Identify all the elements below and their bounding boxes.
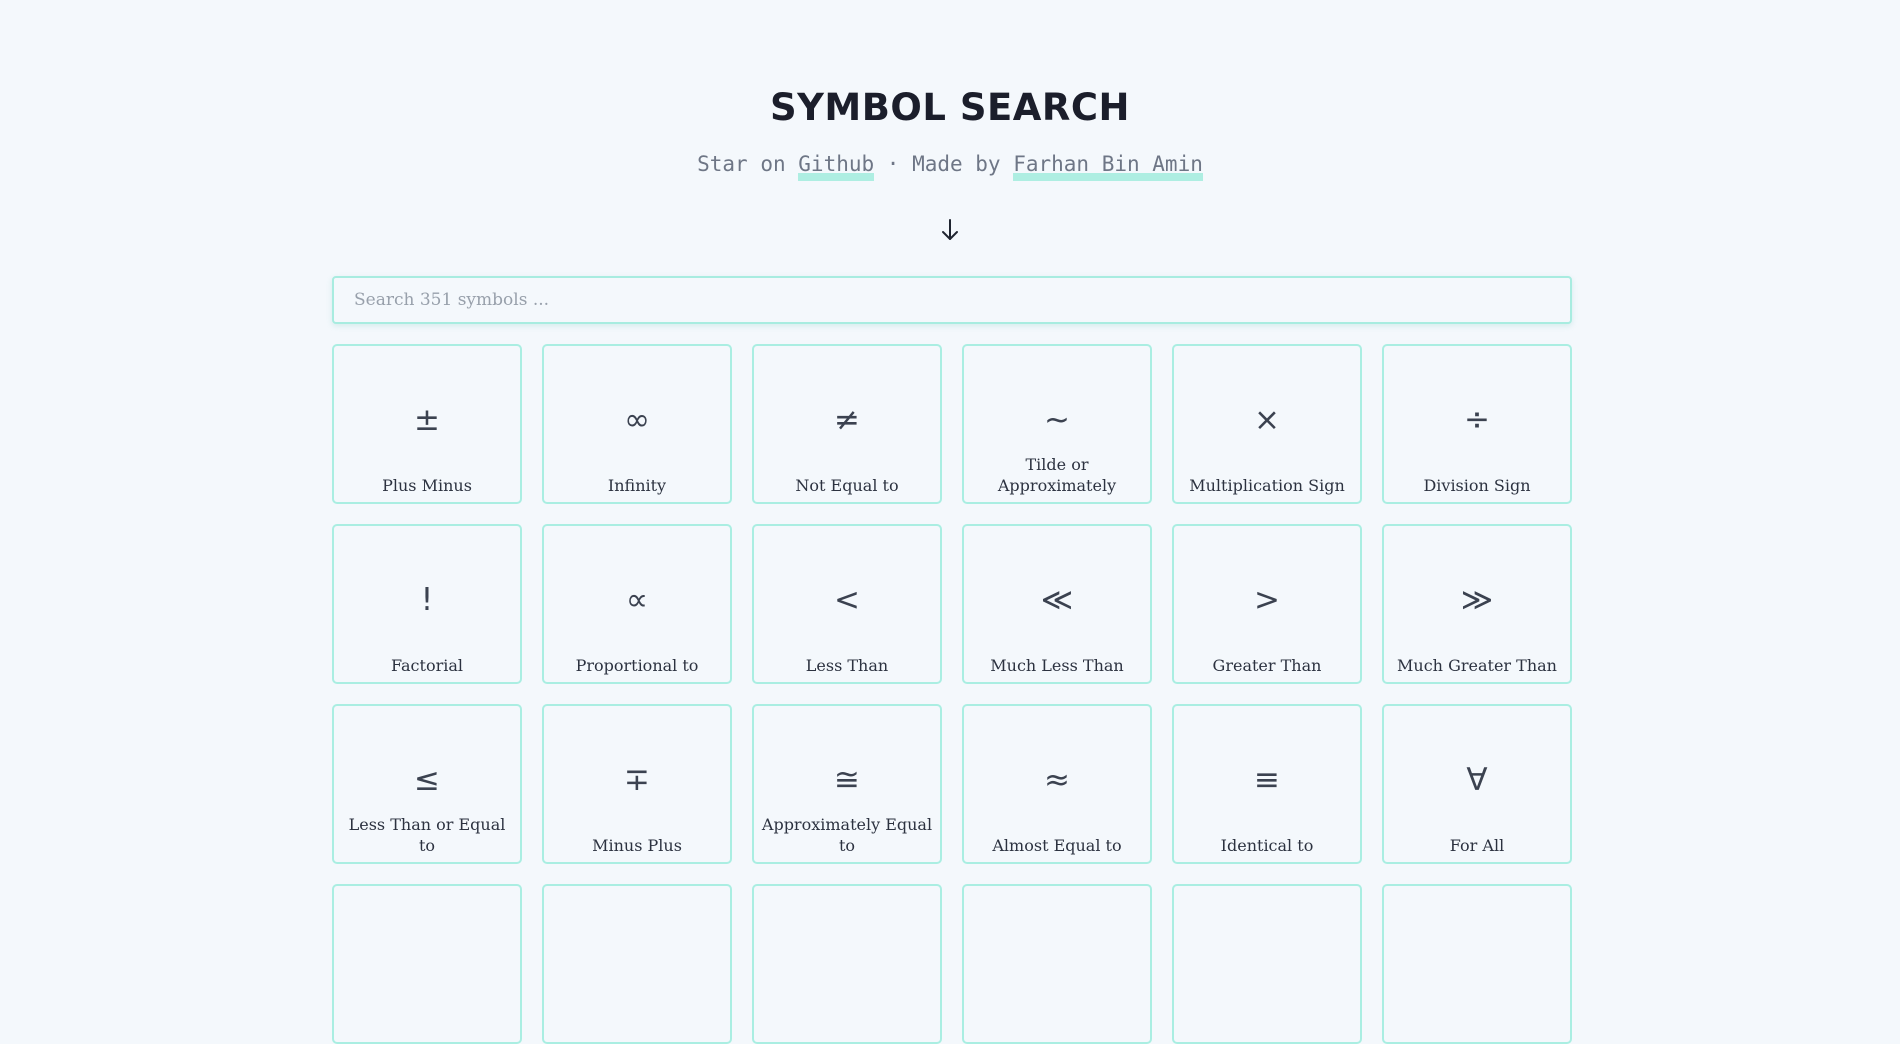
symbol-glyph [544, 936, 730, 984]
symbol-glyph: ≡ [1254, 762, 1280, 798]
symbol-card[interactable]: ≈ Almost Equal to [962, 704, 1152, 864]
symbol-card[interactable] [752, 884, 942, 1044]
symbol-card[interactable] [542, 884, 732, 1044]
symbol-name: Not Equal to [795, 476, 899, 495]
symbol-name: Less Than [805, 656, 889, 675]
symbol-name: Tilde or Approximately [997, 455, 1117, 495]
symbol-glyph: < [834, 582, 860, 618]
symbol-card[interactable]: ≠ Not Equal to [752, 344, 942, 504]
symbol-glyph: ≈ [1044, 762, 1070, 798]
symbol-card[interactable]: ≡ Identical to [1172, 704, 1362, 864]
symbol-card[interactable]: ∝ Proportional to [542, 524, 732, 684]
symbol-card[interactable]: ≪ Much Less Than [962, 524, 1152, 684]
symbol-card[interactable]: × Multiplication Sign [1172, 344, 1362, 504]
symbol-glyph: ≫ [1460, 582, 1494, 618]
symbol-grid: ± Plus Minus ∞ Infinity ≠ Not Equal to ~ Tilde … [332, 344, 1572, 1044]
symbol-glyph: ! [420, 582, 434, 618]
symbol-card[interactable]: ∓ Minus Plus [542, 704, 732, 864]
symbol-name: Much Greater Than [1397, 656, 1557, 675]
symbol-name: Factorial [391, 656, 463, 675]
symbol-glyph: ∀ [1466, 762, 1488, 798]
symbol-glyph: ≅ [834, 762, 860, 798]
symbol-card[interactable] [962, 884, 1152, 1044]
symbol-glyph: ∞ [624, 402, 650, 438]
symbol-glyph: ≤ [414, 762, 440, 798]
subtitle-prefix: Star on [697, 152, 799, 176]
symbol-glyph: ± [414, 402, 440, 438]
search-input[interactable] [332, 276, 1572, 324]
symbol-card[interactable]: ~ Tilde or Approximately [962, 344, 1152, 504]
symbol-glyph: ~ [1044, 402, 1070, 438]
symbol-name: Minus Plus [592, 836, 682, 855]
symbol-glyph: ∝ [625, 582, 649, 618]
github-link[interactable]: Github [798, 152, 875, 181]
symbol-card[interactable]: ∞ Infinity [542, 344, 732, 504]
symbol-card[interactable]: ≅ Approximately Equal to [752, 704, 942, 864]
symbol-glyph: × [1254, 402, 1280, 438]
symbol-glyph [1174, 936, 1360, 984]
symbol-card[interactable] [1382, 884, 1572, 1044]
symbol-glyph: > [1254, 582, 1280, 618]
symbol-card[interactable] [332, 884, 522, 1044]
symbol-name: Infinity [607, 476, 667, 495]
symbol-glyph [964, 936, 1150, 984]
symbol-name: For All [1449, 836, 1505, 855]
symbol-glyph [754, 936, 940, 984]
symbol-name: Approximately Equal to [761, 815, 933, 855]
symbol-name: Almost Equal to [992, 836, 1122, 855]
author-link[interactable]: Farhan Bin Amin [1013, 152, 1203, 181]
symbol-glyph: ≪ [1040, 582, 1074, 618]
symbol-card[interactable]: ≤ Less Than or Equal to [332, 704, 522, 864]
symbol-card[interactable]: < Less Than [752, 524, 942, 684]
symbol-card[interactable]: ≫ Much Greater Than [1382, 524, 1572, 684]
symbol-name: Much Less Than [990, 656, 1124, 675]
symbol-card[interactable] [1172, 884, 1362, 1044]
symbol-name: Plus Minus [382, 476, 472, 495]
page-subtitle: Star on Github · Made by Farhan Bin Amin [0, 150, 1900, 181]
subtitle-separator: · Made by [874, 152, 1014, 176]
symbol-card[interactable]: ± Plus Minus [332, 344, 522, 504]
symbol-glyph: ÷ [1464, 402, 1490, 438]
symbol-name: Identical to [1220, 836, 1314, 855]
symbol-name: Less Than or Equal to [348, 815, 506, 855]
symbol-glyph [1384, 936, 1570, 984]
symbol-glyph: ∓ [624, 762, 650, 798]
symbol-name: Greater Than [1212, 656, 1322, 675]
symbol-card[interactable]: > Greater Than [1172, 524, 1362, 684]
symbol-card[interactable]: ∀ For All [1382, 704, 1572, 864]
symbol-glyph: ≠ [834, 402, 860, 438]
symbol-card[interactable]: ! Factorial [332, 524, 522, 684]
symbol-card[interactable]: ÷ Division Sign [1382, 344, 1572, 504]
symbol-name: Multiplication Sign [1189, 476, 1345, 495]
symbol-name: Division Sign [1423, 476, 1531, 495]
symbol-glyph [334, 936, 520, 984]
symbol-name: Proportional to [575, 656, 699, 675]
page-title: SYMBOL SEARCH [769, 86, 1131, 129]
arrow-down-icon [942, 219, 958, 240]
